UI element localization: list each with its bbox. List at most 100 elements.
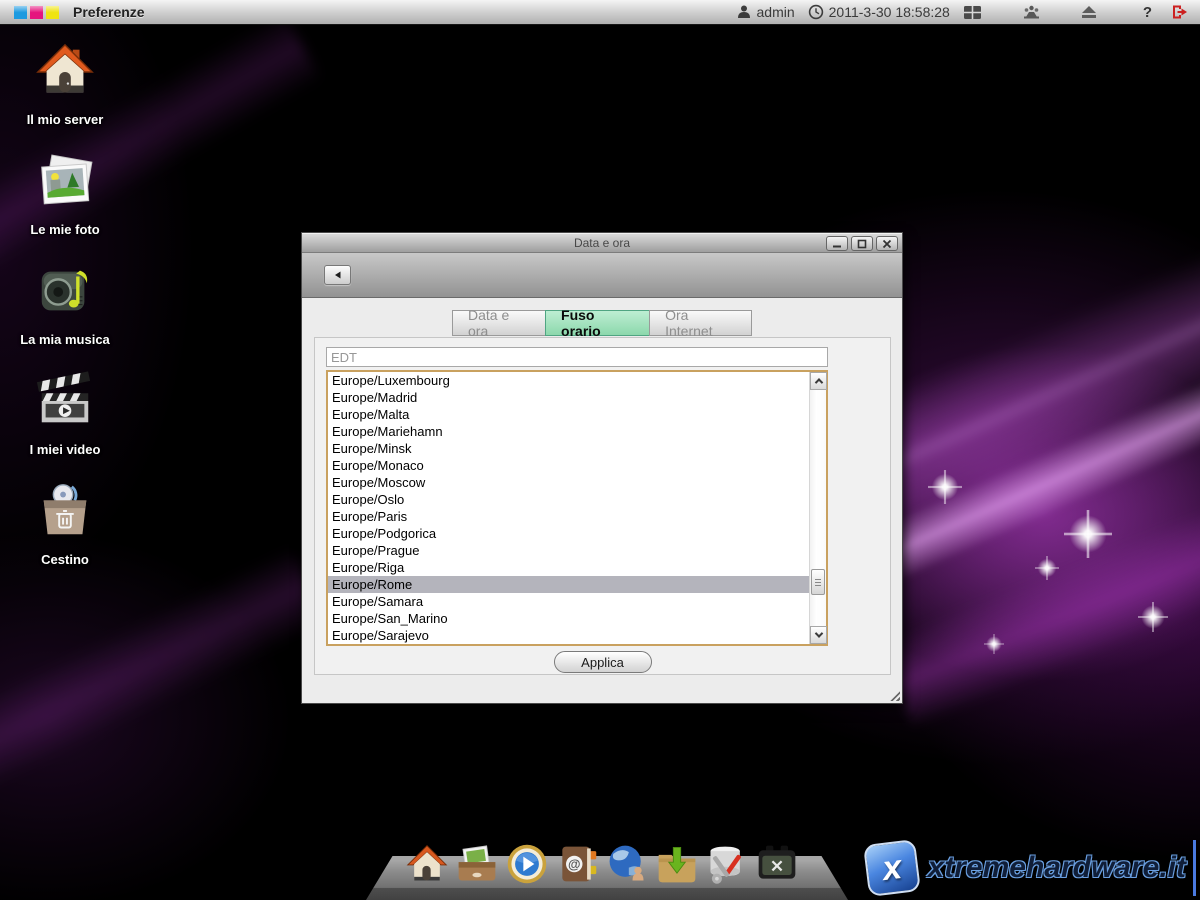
timezone-panel: Europe/LuxembourgEurope/MadridEurope/Mal… xyxy=(314,337,891,675)
video-icon xyxy=(34,370,96,437)
system-tools-icon xyxy=(705,842,749,886)
eject-icon[interactable] xyxy=(1081,5,1097,19)
timezone-list-item[interactable]: Europe/Mariehamn xyxy=(328,423,809,440)
tab-bar: Data e ora Fuso orario Ora Internet xyxy=(452,310,752,336)
background-streak xyxy=(878,476,1200,729)
apply-button[interactable]: Applica xyxy=(554,651,652,673)
timezone-filter-input[interactable] xyxy=(326,347,828,367)
logo-square-blue xyxy=(14,6,27,19)
photos-icon xyxy=(34,150,96,217)
logout-icon[interactable] xyxy=(1171,4,1188,20)
timezone-list-item[interactable]: Europe/Prague xyxy=(328,542,809,559)
window-content: Data e ora Fuso orario Ora Internet Euro… xyxy=(302,298,902,703)
user-menu[interactable]: admin xyxy=(736,4,795,20)
watermark-edge xyxy=(1193,840,1196,896)
tab-date-time[interactable]: Data e ora xyxy=(452,310,545,336)
dock-item-system-tools[interactable] xyxy=(704,840,750,886)
photos-icon xyxy=(455,842,499,886)
background-sparkle xyxy=(984,634,1004,654)
background-streak xyxy=(859,331,1200,589)
chevron-down-icon xyxy=(814,629,822,637)
network-icon[interactable] xyxy=(1022,5,1041,19)
username-label: admin xyxy=(757,4,795,20)
timezone-list-item[interactable]: Europe/Malta xyxy=(328,406,809,423)
svg-text:@: @ xyxy=(568,857,581,872)
dock-item-home[interactable] xyxy=(404,840,450,886)
timezone-list-item[interactable]: Europe/Minsk xyxy=(328,440,809,457)
window-titlebar[interactable]: Data e ora xyxy=(302,233,902,253)
music-icon xyxy=(34,260,96,327)
tab-timezone[interactable]: Fuso orario xyxy=(545,310,650,336)
download-icon xyxy=(655,842,699,886)
timezone-list-item[interactable]: Europe/Riga xyxy=(328,559,809,576)
background-sparkle xyxy=(928,470,962,504)
contacts-icon: @ xyxy=(555,842,599,886)
back-button[interactable] xyxy=(324,265,351,285)
background-sparkle xyxy=(1064,510,1112,558)
desktop-item-label: Il mio server xyxy=(27,112,104,127)
scroll-down-button[interactable] xyxy=(810,626,827,644)
logo-square-magenta xyxy=(30,6,43,19)
timezone-list-item[interactable]: Europe/Madrid xyxy=(328,389,809,406)
dock-item-download[interactable] xyxy=(654,840,700,886)
back-arrow-icon xyxy=(333,270,343,280)
desktop-screen: Preferenze admin 2011-3-30 18:58:28 xyxy=(0,0,1200,900)
desktop-item-label: La mia musica xyxy=(20,332,110,347)
background-streak xyxy=(0,547,328,799)
clock-icon xyxy=(808,4,824,20)
web-icon xyxy=(605,842,649,886)
background-sparkle xyxy=(1138,602,1168,632)
home-icon xyxy=(405,842,449,886)
maximize-icon xyxy=(857,239,867,249)
desktop-item-my-videos[interactable]: I miei video xyxy=(15,370,115,454)
window-title: Data e ora xyxy=(574,236,630,250)
desktop-item-my-photos[interactable]: Le mie foto xyxy=(15,150,115,234)
maximize-button[interactable] xyxy=(851,236,873,251)
timezone-list-item[interactable]: Europe/Rome xyxy=(328,576,809,593)
dock-item-toolbox[interactable] xyxy=(754,840,800,886)
timezone-list-item[interactable]: Europe/San_Marino xyxy=(328,610,809,627)
watermark-badge-icon: x xyxy=(863,839,921,897)
timezone-list-item[interactable]: Europe/Monaco xyxy=(328,457,809,474)
timezone-list-item[interactable]: Europe/Podgorica xyxy=(328,525,809,542)
dock-item-contacts[interactable]: @ xyxy=(554,840,600,886)
timezone-scrollbar[interactable] xyxy=(809,372,826,644)
menubar-title: Preferenze xyxy=(73,4,145,20)
desktop-item-label: Le mie foto xyxy=(30,222,99,237)
date-time-window: Data e ora Data e ora Fuso orario xyxy=(301,232,903,704)
desktop-item-trash[interactable]: Cestino xyxy=(15,480,115,564)
timezone-list-item[interactable]: Europe/Oslo xyxy=(328,491,809,508)
dock-item-media-player[interactable] xyxy=(504,840,550,886)
scroll-up-button[interactable] xyxy=(810,372,827,390)
timezone-list-item[interactable]: Europe/Sarajevo xyxy=(328,627,809,644)
window-resize-grip[interactable] xyxy=(888,689,900,701)
clock-display: 2011-3-30 18:58:28 xyxy=(808,4,950,20)
window-toolbar xyxy=(302,253,902,298)
desktop-icon-column: Il mio server Le mie foto xyxy=(15,40,115,564)
scrollbar-thumb[interactable] xyxy=(811,569,825,595)
show-desktop-icon[interactable] xyxy=(963,5,982,20)
desktop-item-my-music[interactable]: La mia musica xyxy=(15,260,115,344)
close-icon xyxy=(882,239,892,249)
watermark-text: xtremehardware.it xyxy=(928,851,1186,885)
desktop-item-label: I miei video xyxy=(30,442,101,457)
desktop-item-my-server[interactable]: Il mio server xyxy=(15,40,115,124)
timezone-list-item[interactable]: Europe/Luxembourg xyxy=(328,372,809,389)
tab-internet-time[interactable]: Ora Internet xyxy=(649,310,752,336)
background-sparkle xyxy=(1035,556,1059,580)
chevron-up-icon xyxy=(814,378,822,386)
help-icon[interactable]: ? xyxy=(1137,4,1158,21)
timezone-list: Europe/LuxembourgEurope/MadridEurope/Mal… xyxy=(328,372,809,644)
dock-item-photos[interactable] xyxy=(454,840,500,886)
brand-logo xyxy=(14,6,59,19)
timezone-list-item[interactable]: Europe/Moscow xyxy=(328,474,809,491)
minimize-button[interactable] xyxy=(826,236,848,251)
datetime-label: 2011-3-30 18:58:28 xyxy=(829,4,950,20)
timezone-list-item[interactable]: Europe/Samara xyxy=(328,593,809,610)
dock-item-web-users[interactable] xyxy=(604,840,650,886)
desktop-item-label: Cestino xyxy=(41,552,89,567)
dock: @ xyxy=(404,840,800,886)
timezone-list-item[interactable]: Europe/Paris xyxy=(328,508,809,525)
close-button[interactable] xyxy=(876,236,898,251)
media-player-icon xyxy=(505,842,549,886)
